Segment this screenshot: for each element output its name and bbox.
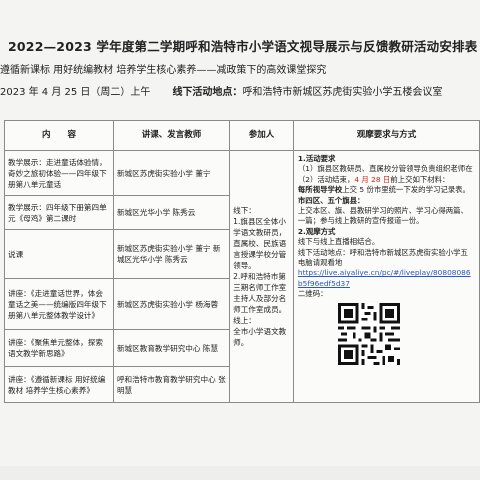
qr-label: 二维码： xyxy=(297,289,328,299)
offline-label: 线下： xyxy=(233,206,256,215)
activity-time-location: 2023 年 4 月 25 日（周二）上午 线下活动地点：呼和浩特市新城区苏虎街实… xyxy=(0,83,442,98)
req-item-2: （2）活动结束，4 月 28 日前上交如下材料： xyxy=(297,174,450,184)
req-offline-location: 线下活动地点：呼和浩特市新城区苏虎街实验小学五 xyxy=(297,247,468,257)
row-content: 讲座：《走进童话世界，体会童话之美——统编版四年级下册第八单元整体教学设计》 xyxy=(4,278,114,330)
req-districts-text: 上交本区、旗、县教研学习的照片、学习心得两篇、一篇；参与线上教研的宣传报道一份。 xyxy=(297,206,468,226)
document-page: 2022—2023 学年度第二学期呼和浩特市小学语文视导展示与反馈教研活动安排表… xyxy=(0,0,480,480)
participants-cell: 线下： 1.旗县区全体小学语文教研员，直属校、民族语言授课学校分管领导。 2.呼… xyxy=(229,150,294,403)
header-content: 内 容 xyxy=(4,120,114,151)
req-item-1: （1）旗县区教研员、直属校分管领导负责组织老师在 xyxy=(297,164,473,174)
req-schools: 每所视导学校上交 5 份市里统一下发的学习记录表。 xyxy=(297,185,470,195)
req-online-label: 电脑请观看地 xyxy=(297,258,343,268)
live-stream-link[interactable]: https://live.aiyaliye.cn/pc/#/liveplay/8… xyxy=(298,268,475,289)
document-title: 2022—2023 学年度第二学期呼和浩特市小学语文视导展示与反馈教研活动安排表 xyxy=(8,39,478,54)
header-teacher: 讲课、发言教师 xyxy=(112,120,231,151)
page-bottom-edge xyxy=(0,466,480,480)
location-label: 线下活动地点： xyxy=(172,87,243,98)
online-label: 线上： xyxy=(233,316,256,325)
requirements-cell: 1.活动要求 （1）旗县区教研员、直属校分管领导负责组织老师在 （2）活动结束，… xyxy=(292,150,480,403)
location-value: 呼和浩特市新城区苏虎街实验小学五楼会议室 xyxy=(242,87,443,98)
row-content: 教学展示：走进童话体验情，奇妙之旅初体验——四年级下册第八单元童话 xyxy=(4,150,114,196)
req-section-1-title: 1.活动要求 xyxy=(297,154,336,163)
row-teacher: 新城区苏虎街实验小学 董宁 新城区光华小学 陈秀云 xyxy=(112,229,231,279)
row-content: 讲座：《聚焦单元整体，探索语文教学新思路》 xyxy=(4,329,114,367)
req-districts-title: 市四区、五个旗县： xyxy=(297,195,365,205)
activity-theme: 遵循新课标 用好统编教材 培养学生核心素养——减政策下的高效课堂探究 xyxy=(0,65,327,76)
req-mode: 线下与线上直播相结合。 xyxy=(297,237,380,247)
header-participants: 参加人 xyxy=(229,120,294,151)
activity-location: 线下活动地点：呼和浩特市新城区苏虎街实验小学五楼会议室 xyxy=(172,87,442,98)
schedule-table: 内 容 讲课、发言教师 参加人 观摩要求与方式 教学展示：走进童话体验情，奇妙之… xyxy=(4,120,480,403)
offline-participants-1: 1.旗县区全体小学语文教研员，直属校、民族语言授课学校分管领导。 xyxy=(233,217,287,270)
row-content: 说课 xyxy=(4,229,114,279)
req-section-2-title: 2.观摩方式 xyxy=(297,226,336,236)
deadline-date: 4 月 28 日 xyxy=(354,174,391,184)
row-teacher: 呼和浩特市教育教学研究中心 张明慧 xyxy=(112,366,231,403)
row-content: 讲座：《遵循新课标 用好统编教材 培养学生核心素养》 xyxy=(4,366,114,403)
qr-code-icon[interactable] xyxy=(337,302,400,365)
online-participants: 全市小学语文教师。 xyxy=(233,327,287,347)
row-teacher: 新城区苏虎街实验小学 董宁 xyxy=(112,150,231,196)
row-content: 教学展示：四年级下册第四单元《母鸡》第二课时 xyxy=(4,195,114,230)
row-teacher: 新城区教育教学研究中心 陈慧 xyxy=(112,329,231,367)
activity-date: 2023 年 4 月 25 日（周二）上午 xyxy=(0,87,151,98)
row-teacher: 新城区苏虎街实验小学 杨海蓉 xyxy=(112,278,231,330)
header-requirements: 观摩要求与方式 xyxy=(292,120,480,151)
table-header-row: 内 容 讲课、发言教师 参加人 观摩要求与方式 xyxy=(4,120,480,151)
table-row: 教学展示：走进童话体验情，奇妙之旅初体验——四年级下册第八单元童话 新城区苏虎街… xyxy=(4,150,480,403)
row-teacher: 新城区光华小学 陈秀云 xyxy=(112,195,231,230)
offline-participants-2: 2.呼和浩特市第三期名师工作室主持人及部分名师工作室成员。 xyxy=(233,272,287,314)
